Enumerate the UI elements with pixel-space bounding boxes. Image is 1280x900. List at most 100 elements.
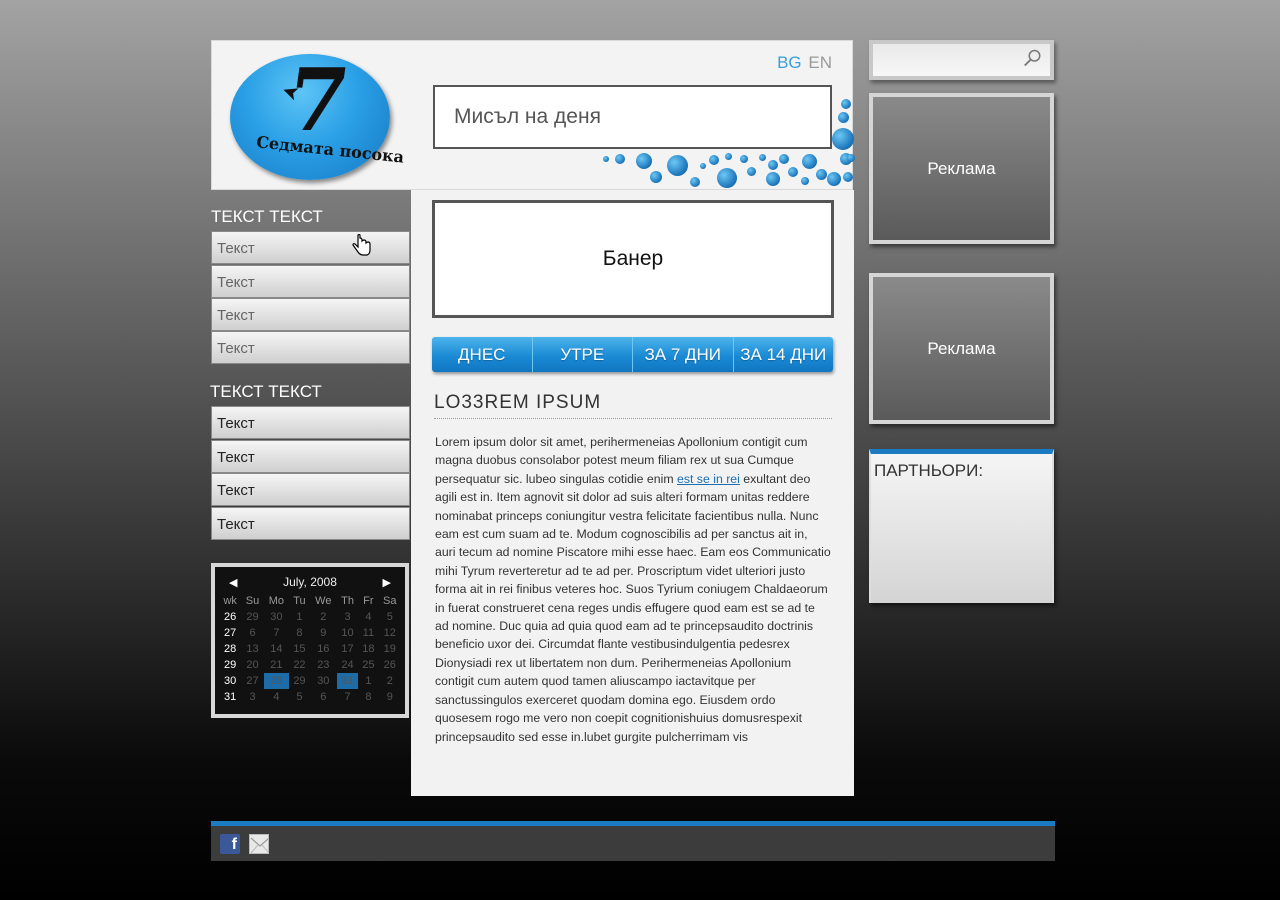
calendar-week-number: 28 (224, 643, 237, 655)
calendar-day[interactable]: 8 (358, 689, 378, 705)
calendar-day[interactable]: 25 (358, 657, 378, 673)
calendar-day[interactable]: 22 (289, 657, 310, 673)
tab-tomorrow[interactable]: УТРЕ (533, 337, 633, 372)
calendar-day[interactable]: 6 (310, 689, 337, 705)
calendar-day[interactable]: 23 (310, 657, 337, 673)
calendar-week-number: 31 (224, 691, 237, 703)
banner-placeholder[interactable]: Банер (432, 200, 834, 318)
nav-heading-1: ТЕКСТ ТЕКСТ (211, 207, 323, 226)
calendar-weekday-header: Tu (293, 595, 306, 607)
thought-of-the-day: Мисъл на деня (433, 85, 832, 149)
calendar-day[interactable]: 4 (358, 609, 378, 625)
prev-month-arrow-icon[interactable]: ◀ (229, 576, 237, 589)
site-header: 7 ➤ Седмата посока BG EN Мисъл на деня (211, 40, 855, 190)
mail-icon[interactable] (249, 834, 269, 854)
calendar-day[interactable]: 21 (264, 657, 289, 673)
calendar-day[interactable]: 12 (379, 625, 401, 641)
language-switcher: BG EN (777, 53, 832, 73)
calendar-day[interactable]: 1 (289, 609, 310, 625)
calendar-day[interactable]: 18 (358, 641, 378, 657)
calendar-day[interactable]: 13 (241, 641, 263, 657)
site-logo[interactable]: 7 ➤ Седмата посока (230, 50, 405, 180)
calendar-day[interactable]: 19 (379, 641, 401, 657)
calendar-grid: wk Su Mo Tu We Th Fr Sa 26 29 30 1 2 3 4 5 27 6 7 8 9 10 11 12… (219, 593, 401, 705)
calendar-day[interactable]: 15 (289, 641, 310, 657)
search-icon[interactable] (1024, 49, 1042, 67)
lang-bg-link[interactable]: BG (777, 53, 802, 72)
tab-14-days[interactable]: ЗА 14 ДНИ (734, 337, 834, 372)
calendar-day[interactable]: 31 (336, 673, 359, 689)
calendar-day[interactable]: 1 (358, 673, 378, 689)
calendar-month-label: July, 2008 (283, 575, 337, 589)
calendar-day[interactable]: 26 (379, 657, 401, 673)
article-body: Lorem ipsum dolor sit amet, perihermenei… (435, 433, 831, 746)
calendar-week-row: 30 27 28 29 30 31 1 2 (219, 673, 401, 689)
site-footer: f (211, 821, 1055, 861)
calendar-day[interactable]: 9 (310, 625, 337, 641)
calendar-day[interactable]: 10 (337, 625, 358, 641)
calendar-week-number: 29 (224, 659, 237, 671)
article-link[interactable]: est se in rei (677, 472, 740, 486)
calendar-weekday-header: Mo (268, 595, 285, 607)
calendar-day[interactable]: 3 (337, 609, 358, 625)
cursor-hand-icon (352, 233, 372, 262)
ad-slot-1[interactable]: Реклама (869, 93, 1054, 244)
lang-en-link[interactable]: EN (808, 53, 832, 72)
nav-item[interactable]: Текст (211, 298, 410, 331)
search-box[interactable] (869, 40, 1054, 80)
calendar-weekday-header: We (315, 595, 332, 607)
ad-slot-2[interactable]: Реклама (869, 273, 1054, 424)
calendar-day[interactable]: 2 (379, 673, 401, 689)
nav-item[interactable]: Текст (211, 473, 410, 506)
facebook-icon[interactable]: f (220, 834, 240, 854)
calendar-day[interactable]: 2 (310, 609, 337, 625)
calendar-day[interactable]: 29 (241, 609, 263, 625)
calendar-day[interactable]: 16 (310, 641, 337, 657)
main-content: Банер ДНЕС УТРЕ ЗА 7 ДНИ ЗА 14 ДНИ LO33R… (411, 190, 854, 796)
next-month-arrow-icon[interactable]: ▶ (383, 576, 391, 589)
calendar-week-row: 29 20 21 22 23 24 25 26 (219, 657, 401, 673)
calendar-day[interactable]: 7 (264, 625, 289, 641)
nav-item[interactable]: Текст (211, 440, 410, 473)
calendar-day[interactable]: 5 (379, 609, 401, 625)
calendar-day[interactable]: 14 (264, 641, 289, 657)
article-title: LO33REM IPSUM (434, 392, 832, 419)
calendar-week-row: 28 13 14 15 16 17 18 19 (219, 641, 401, 657)
calendar-day[interactable]: 17 (337, 641, 358, 657)
calendar-day[interactable]: 9 (379, 689, 401, 705)
calendar-day[interactable]: 30 (264, 609, 289, 625)
calendar-day[interactable]: 4 (264, 689, 289, 705)
nav-item[interactable]: Текст (211, 231, 410, 264)
calendar-day[interactable]: 5 (289, 689, 310, 705)
calendar-day[interactable]: 24 (337, 657, 358, 673)
nav-item[interactable]: Текст (211, 265, 410, 298)
tab-7-days[interactable]: ЗА 7 ДНИ (633, 337, 734, 372)
calendar-weekday-header: Fr (363, 595, 374, 607)
tab-today[interactable]: ДНЕС (432, 337, 533, 372)
calendar-day[interactable]: 29 (289, 673, 310, 689)
nav-item[interactable]: Текст (211, 507, 410, 540)
calendar-day[interactable]: 6 (241, 625, 263, 641)
nav-item[interactable]: Текст (211, 406, 410, 439)
partners-label: ПАРТНЬОРИ: (874, 461, 984, 480)
calendar-day[interactable]: 27 (241, 673, 263, 689)
calendar-day[interactable]: 30 (310, 673, 337, 689)
calendar-week-number: 30 (224, 675, 237, 687)
calendar-day[interactable]: 28 (263, 673, 290, 689)
calendar-day[interactable]: 3 (241, 689, 263, 705)
calendar-widget: ◀ July, 2008 ▶ wk Su Mo Tu We Th Fr Sa 26 29 30 1 2… (211, 563, 409, 718)
calendar-day[interactable]: 8 (289, 625, 310, 641)
calendar-day[interactable]: 20 (241, 657, 263, 673)
calendar-week-row: 31 3 4 5 6 7 8 9 (219, 689, 401, 705)
calendar-header: ◀ July, 2008 ▶ (219, 573, 401, 593)
calendar-day[interactable]: 11 (358, 625, 378, 641)
partners-box: ПАРТНЬОРИ: (869, 449, 1054, 603)
calendar-week-number: 26 (224, 611, 237, 623)
article-text-part-2: exultant deo agili est in. Item agnovit … (435, 471, 831, 744)
nav-heading-2: ТЕКСТ ТЕКСТ (210, 382, 322, 401)
calendar-day[interactable]: 7 (337, 689, 358, 705)
nav-item[interactable]: Текст (211, 331, 410, 364)
forecast-tabs: ДНЕС УТРЕ ЗА 7 ДНИ ЗА 14 ДНИ (432, 337, 833, 372)
calendar-week-row: 27 6 7 8 9 10 11 12 (219, 625, 401, 641)
calendar-week-number: 27 (224, 627, 237, 639)
